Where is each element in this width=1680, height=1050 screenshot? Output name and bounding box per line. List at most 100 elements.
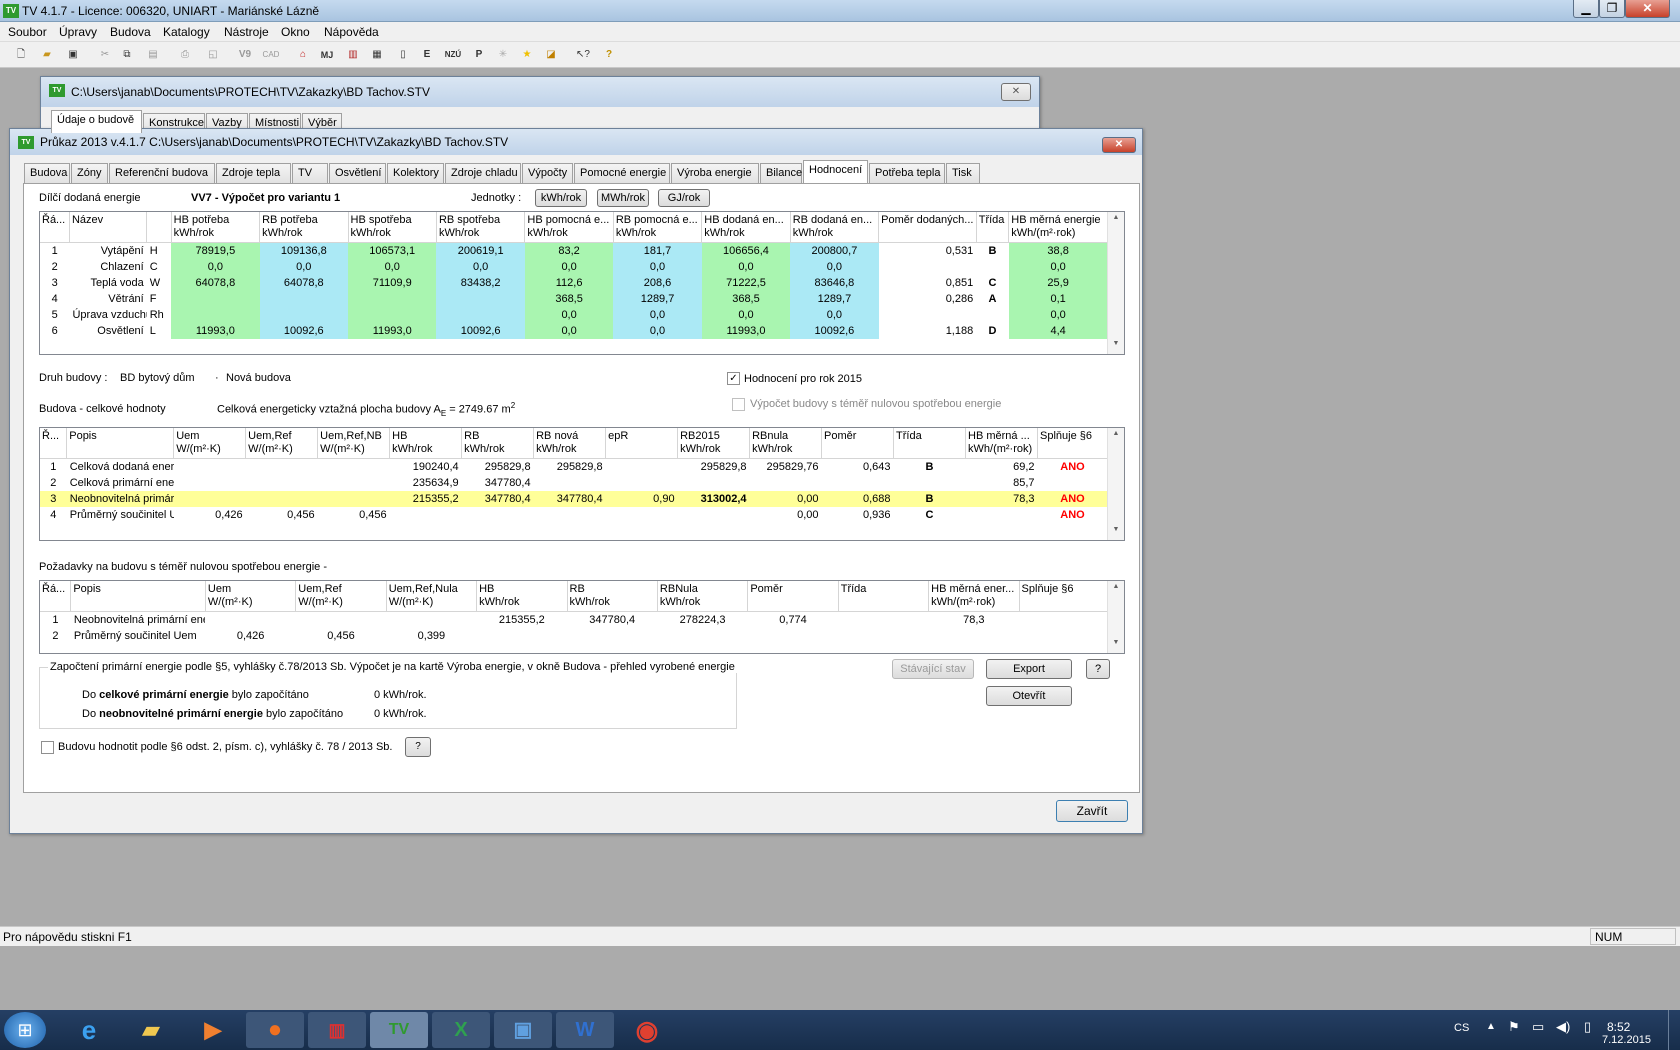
table1-scrollbar[interactable]: ▲ ▼	[1107, 212, 1124, 354]
table3-row[interactable]: 2 Průměrný součinitel Uem 0,426 0,456 0,399	[40, 628, 1108, 644]
window-icon[interactable]: ▣	[494, 1012, 552, 1048]
close-button[interactable]: ✕	[1625, 0, 1670, 18]
table1-header-0[interactable]: Řá...	[40, 212, 70, 243]
table3-row[interactable]: 1 Neobnovitelná primární energie 215355,2 3…	[40, 612, 1108, 629]
otevrit-button[interactable]: Otevřít	[986, 686, 1072, 706]
tab-zdroje-tepla[interactable]: Zdroje tepla	[216, 163, 291, 183]
nzeb-calc-checkbox[interactable]	[732, 398, 745, 411]
export-button[interactable]: Export	[986, 659, 1072, 679]
menu-budova[interactable]: Budova	[110, 25, 151, 39]
cut-icon[interactable]: ✂	[96, 46, 114, 64]
table2-scrollbar[interactable]: ▲ ▼	[1107, 428, 1124, 540]
home-icon[interactable]: ⌂	[294, 46, 312, 64]
table2-header-5[interactable]: HB kWh/rok	[389, 428, 463, 459]
unit-gj-button[interactable]: GJ/rok	[658, 189, 710, 207]
zavrit-button[interactable]: Zavřít	[1056, 800, 1128, 822]
p-icon[interactable]: P	[470, 46, 488, 64]
doc-icon[interactable]: ▯	[394, 46, 412, 64]
tab-vypocty[interactable]: Výpočty	[522, 163, 573, 183]
table1-row[interactable]: 4 Větrání F 368,5 1289,7 368,5 1289,7 0,286 A 0,1	[40, 291, 1108, 307]
table3-header-1[interactable]: Popis	[70, 581, 206, 612]
print-icon[interactable]: ⎙	[176, 46, 194, 64]
menu-napoveda[interactable]: Nápověda	[324, 25, 379, 39]
table3-header-0[interactable]: Řá...	[40, 581, 72, 612]
table2-row[interactable]: 3Neobnovitelná primární energie215355,23…	[40, 491, 1108, 507]
menu-katalogy[interactable]: Katalogy	[163, 25, 210, 39]
save-icon[interactable]: ▣	[64, 46, 82, 64]
menu-soubor[interactable]: Soubor	[8, 25, 47, 39]
network-icon[interactable]: ▭	[1532, 1019, 1544, 1035]
table1-header-4[interactable]: RB potřeba kWh/rok	[259, 212, 349, 243]
firefox-icon[interactable]: ●	[246, 1012, 304, 1048]
tab-budova[interactable]: Budova	[24, 163, 70, 183]
language-indicator[interactable]: CS	[1454, 1022, 1469, 1034]
tab-bilance[interactable]: Bilance	[760, 163, 802, 183]
tab-tv[interactable]: TV	[292, 163, 328, 183]
table3-header-7[interactable]: RBNula kWh/rok	[657, 581, 749, 612]
tab-potreba-tepla[interactable]: Potřeba tepla	[869, 163, 945, 183]
document-close-button[interactable]: ✕	[1001, 83, 1031, 101]
ie-icon[interactable]: e	[60, 1012, 118, 1048]
table2-header-0[interactable]: Ř...	[40, 428, 68, 459]
table2-header-11[interactable]: Poměr	[821, 428, 895, 459]
table3-scrollbar[interactable]: ▲ ▼	[1107, 581, 1124, 653]
table1-row[interactable]: 1 Vytápění H 78919,5 109136,8 106573,1 200619,…	[40, 242, 1108, 259]
table1-header-3[interactable]: HB potřeba kWh/rok	[171, 212, 261, 243]
tray-app-icon[interactable]: ▯	[1584, 1019, 1591, 1035]
protech-icon[interactable]: ▥	[308, 1012, 366, 1048]
table1-row[interactable]: 6 Osvětlení L 11993,0 10092,6 11993,0 10092,6 0…	[40, 323, 1108, 339]
tab-zony[interactable]: Zóny	[71, 163, 108, 183]
table1-header-7[interactable]: HB pomocná e... kWh/rok	[524, 212, 614, 243]
open-icon[interactable]: ▰	[38, 46, 56, 64]
tab-zdroje-chladu[interactable]: Zdroje chladu	[445, 163, 521, 183]
tab-kolektory[interactable]: Kolektory	[387, 163, 444, 183]
table2-header-12[interactable]: Třída	[893, 428, 967, 459]
table1-row[interactable]: 5 Úprava vzduchu Rh 0,0 0,0 0,0 0,0 0,0	[40, 307, 1108, 323]
volume-icon[interactable]: ◀)	[1556, 1019, 1570, 1035]
scroll-down-icon[interactable]: ▼	[1108, 526, 1124, 538]
tv-taskbar-icon[interactable]: TV	[370, 1012, 428, 1048]
chrome-icon[interactable]: ◉	[618, 1012, 676, 1048]
e-icon[interactable]: E	[418, 46, 436, 64]
table3-header-5[interactable]: HB kWh/rok	[476, 581, 568, 612]
sun-icon[interactable]: ✳	[494, 46, 512, 64]
tab-tisk[interactable]: Tisk	[946, 163, 980, 183]
tray-up-icon[interactable]: ▲	[1486, 1021, 1496, 1032]
rating-2015-checkbox[interactable]: ✓	[727, 372, 740, 385]
maximize-button[interactable]: ❐	[1599, 0, 1625, 18]
table2-row[interactable]: 1 Celková dodaná energie 190240,4 295829,8 2…	[40, 459, 1108, 476]
table2-header-14[interactable]: Splňuje §6	[1037, 428, 1108, 459]
table2-row[interactable]: 2 Celková primární energie 235634,9 347780,…	[40, 475, 1108, 491]
scroll-down-icon[interactable]: ▼	[1108, 340, 1124, 352]
table3-header-2[interactable]: Uem W/(m²·K)	[205, 581, 297, 612]
clock-date[interactable]: 7.12.2015	[1602, 1034, 1651, 1046]
show-desktop-button[interactable]	[1668, 1010, 1680, 1050]
help-icon[interactable]: ?	[600, 46, 618, 64]
table1-header-12[interactable]: Třída	[976, 212, 1010, 243]
table2-header-10[interactable]: RBnula kWh/rok	[749, 428, 823, 459]
wall-icon[interactable]: ▥	[344, 46, 362, 64]
v9-icon[interactable]: V9	[236, 46, 254, 64]
copy-icon[interactable]: ⧉	[118, 46, 136, 64]
par6-help-button[interactable]: ?	[405, 737, 431, 757]
table2-header-4[interactable]: Uem,Ref,NB W/(m²·K)	[317, 428, 391, 459]
dialog-close-button[interactable]: ✕	[1102, 137, 1136, 153]
table1-header-6[interactable]: RB spotřeba kWh/rok	[436, 212, 526, 243]
star-icon[interactable]: ★	[518, 46, 536, 64]
table3-header-6[interactable]: RB kWh/rok	[567, 581, 658, 612]
tab-pomocne-energie[interactable]: Pomocné energie	[574, 163, 670, 183]
table1-header-11[interactable]: Poměr dodaných...	[878, 212, 977, 243]
flag-icon[interactable]: ⚑	[1508, 1019, 1520, 1035]
table2-header-9[interactable]: RB2015 kWh/rok	[677, 428, 751, 459]
clock-time[interactable]: 8:52	[1607, 1020, 1630, 1034]
table2-header-6[interactable]: RB kWh/rok	[461, 428, 535, 459]
tab-udaje[interactable]: Údaje o budově	[51, 110, 142, 133]
help-button[interactable]: ?	[1086, 659, 1110, 679]
menu-okno[interactable]: Okno	[281, 25, 310, 39]
word-icon[interactable]: W	[556, 1012, 614, 1048]
par6-checkbox[interactable]	[41, 741, 54, 754]
explorer-icon[interactable]: ▰	[122, 1012, 180, 1048]
table2-header-8[interactable]: epR	[605, 428, 679, 459]
tab-vyroba-energie[interactable]: Výroba energie	[671, 163, 759, 183]
scroll-up-icon[interactable]: ▲	[1108, 583, 1124, 595]
